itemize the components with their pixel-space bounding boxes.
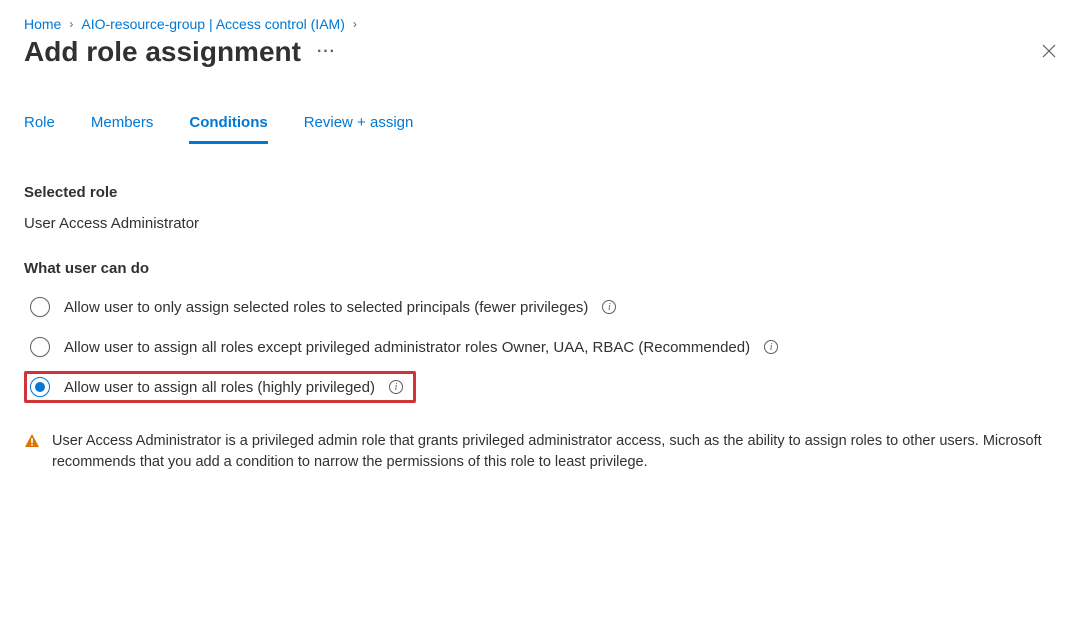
radio-label: Allow user to assign all roles except pr…	[64, 339, 750, 356]
page-header: Add role assignment ···	[24, 36, 1060, 68]
radio-icon	[30, 297, 50, 317]
tab-members[interactable]: Members	[91, 108, 154, 144]
info-icon[interactable]: i	[764, 340, 778, 354]
selected-role-label: Selected role	[24, 184, 1060, 201]
radio-label: Allow user to assign all roles (highly p…	[64, 379, 375, 396]
breadcrumb: Home › AIO-resource-group | Access contr…	[24, 16, 1060, 32]
more-actions-button[interactable]: ···	[317, 43, 336, 61]
close-button[interactable]	[1038, 39, 1060, 65]
warning-icon	[24, 433, 40, 473]
tab-conditions[interactable]: Conditions	[189, 108, 267, 144]
info-icon[interactable]: i	[602, 300, 616, 314]
radio-option-selected-roles[interactable]: Allow user to only assign selected roles…	[24, 291, 1060, 323]
radio-option-except-privileged[interactable]: Allow user to assign all roles except pr…	[24, 331, 1060, 363]
chevron-right-icon: ›	[353, 17, 357, 31]
warning-text: User Access Administrator is a privilege…	[52, 431, 1060, 473]
radio-option-all-roles[interactable]: Allow user to assign all roles (highly p…	[24, 371, 416, 403]
info-icon[interactable]: i	[389, 380, 403, 394]
constrain-radio-group: Allow user to only assign selected roles…	[24, 291, 1060, 403]
selected-role-value: User Access Administrator	[24, 215, 1060, 232]
tab-role[interactable]: Role	[24, 108, 55, 144]
radio-icon	[30, 337, 50, 357]
warning-message: User Access Administrator is a privilege…	[24, 431, 1060, 473]
what-user-can-do-label: What user can do	[24, 260, 1060, 277]
breadcrumb-home[interactable]: Home	[24, 16, 61, 32]
page-title-text: Add role assignment	[24, 36, 301, 68]
chevron-right-icon: ›	[69, 17, 73, 31]
breadcrumb-resource[interactable]: AIO-resource-group | Access control (IAM…	[81, 16, 345, 32]
tab-review-assign[interactable]: Review + assign	[304, 108, 414, 144]
radio-label: Allow user to only assign selected roles…	[64, 299, 588, 316]
page-title: Add role assignment ···	[24, 36, 336, 68]
close-icon	[1042, 42, 1056, 62]
tabs: Role Members Conditions Review + assign	[24, 108, 1060, 144]
radio-icon	[30, 377, 50, 397]
